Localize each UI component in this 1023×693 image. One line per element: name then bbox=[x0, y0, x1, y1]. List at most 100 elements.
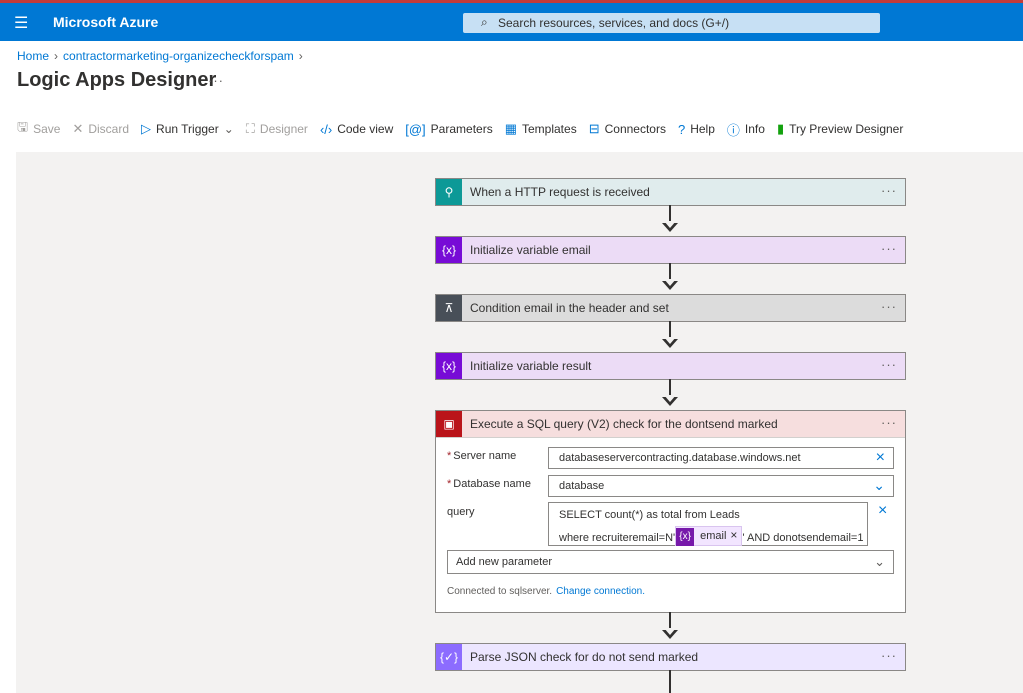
step-header[interactable]: {✓} Parse JSON check for do not send mar… bbox=[436, 644, 905, 670]
token-label: email bbox=[700, 530, 727, 542]
step-card[interactable]: ⊼ Condition email in the header and set … bbox=[435, 294, 906, 322]
query-input[interactable]: SELECT count(*) as total from Leads wher… bbox=[548, 502, 868, 546]
step-more-button[interactable]: ··· bbox=[881, 415, 897, 430]
connected-text: Connected to sqlserver. bbox=[447, 586, 553, 597]
step-more-button[interactable]: ··· bbox=[881, 299, 897, 314]
parameters-icon: [@] bbox=[405, 121, 426, 137]
remove-query-icon[interactable]: × bbox=[878, 502, 887, 520]
connectors-button[interactable]: ⊟ Connectors bbox=[589, 121, 666, 137]
chevron-down-icon: ⌄ bbox=[874, 554, 885, 569]
step-header[interactable]: {x} Initialize variable result ··· bbox=[436, 353, 905, 379]
help-icon: ? bbox=[677, 121, 686, 137]
designer-label: Designer bbox=[259, 122, 308, 136]
flow-arrowhead bbox=[662, 221, 678, 232]
step-card[interactable]: ⚲ When a HTTP request is received ··· bbox=[435, 178, 906, 206]
try-preview-label: Try Preview Designer bbox=[789, 122, 904, 136]
designer-icon: ⛶ bbox=[245, 121, 255, 136]
designer-button[interactable]: ⛶ Designer bbox=[246, 121, 308, 137]
search-icon: ⌕ bbox=[481, 15, 488, 29]
code-icon: ‹/› bbox=[319, 121, 333, 137]
variable-icon: {x} bbox=[436, 237, 462, 263]
database-name-value: database bbox=[559, 480, 605, 492]
step-more-button[interactable]: ··· bbox=[881, 357, 897, 372]
query-prefix: where recruiteremail=N' bbox=[559, 531, 676, 544]
step-header[interactable]: ⚲ When a HTTP request is received ··· bbox=[436, 179, 905, 205]
query-line-2: where recruiteremail=N' {x} email × ' AND do… bbox=[559, 526, 864, 546]
parameters-button[interactable]: [@] Parameters bbox=[405, 122, 492, 137]
step-title: Condition email in the header and set bbox=[470, 301, 669, 315]
step-more-button[interactable]: ··· bbox=[881, 241, 897, 256]
info-icon: ⓘ bbox=[726, 122, 740, 138]
help-label: Help bbox=[690, 122, 715, 136]
token-remove-icon[interactable]: × bbox=[730, 528, 741, 542]
parameters-label: Parameters bbox=[430, 122, 493, 136]
variable-icon: {x} bbox=[676, 528, 695, 546]
try-preview-designer-button[interactable]: ▮ Try Preview Designer bbox=[777, 121, 903, 137]
bookmark-icon: ▮ bbox=[776, 121, 785, 136]
breadcrumb: Home › contractormarketing-organizecheckfo… bbox=[17, 49, 308, 63]
connectors-label: Connectors bbox=[604, 122, 666, 136]
play-icon: ▷ bbox=[141, 121, 152, 136]
brand-title[interactable]: Microsoft Azure bbox=[53, 14, 158, 30]
close-icon: ✕ bbox=[72, 121, 84, 136]
step-card[interactable]: ▣ Execute a SQL query (V2) check for the… bbox=[435, 410, 906, 613]
query-suffix: ' AND donotsendemail=1 bbox=[742, 531, 864, 544]
designer-toolbar: 🖫 Save ✕ Discard ▷ Run Trigger ⌄ ⛶ Designer ‹… bbox=[17, 118, 915, 140]
code-view-button[interactable]: ‹/› Code view bbox=[320, 122, 393, 137]
chevron-right-icon: › bbox=[54, 49, 59, 63]
email-token[interactable]: {x} email × bbox=[675, 526, 743, 546]
code-view-label: Code view bbox=[337, 122, 394, 136]
save-button[interactable]: 🖫 Save bbox=[17, 118, 60, 140]
http-request-icon: ⚲ bbox=[436, 179, 462, 205]
database-name-select[interactable]: database ⌄ bbox=[548, 475, 894, 497]
database-name-label: * Database name bbox=[447, 478, 531, 490]
step-title: When a HTTP request is received bbox=[470, 185, 650, 199]
flow-arrowhead bbox=[662, 628, 678, 639]
templates-icon: ▦ bbox=[504, 121, 517, 136]
flow-arrow bbox=[669, 670, 671, 693]
page-title: Logic Apps Designer bbox=[17, 69, 217, 91]
add-param-label: Add new parameter bbox=[456, 556, 552, 568]
search-input[interactable]: ⌕ Search resources, services, and docs (… bbox=[463, 13, 880, 33]
breadcrumb-resource[interactable]: contractormarketing-organizecheckforspam bbox=[63, 49, 294, 63]
step-card[interactable]: {x} Initialize variable email ··· bbox=[435, 236, 906, 264]
flow-arrowhead bbox=[662, 395, 678, 406]
breadcrumb-home[interactable]: Home bbox=[17, 49, 49, 63]
menu-icon[interactable]: ☰ bbox=[14, 13, 28, 33]
step-more-button[interactable]: ··· bbox=[881, 648, 897, 663]
query-label: query bbox=[447, 506, 475, 518]
step-card[interactable]: {x} Initialize variable result ··· bbox=[435, 352, 906, 380]
save-icon: 🖫 bbox=[17, 119, 29, 134]
run-trigger-label: Run Trigger bbox=[156, 122, 219, 136]
step-header[interactable]: {x} Initialize variable email ··· bbox=[436, 237, 905, 263]
server-name-field[interactable]: databaseservercontracting.database.windo… bbox=[548, 447, 894, 469]
flow-arrowhead bbox=[662, 279, 678, 290]
server-name-label: * Server name bbox=[447, 450, 517, 462]
azure-top-bar: ☰ Microsoft Azure ⌕ Search resources, se… bbox=[0, 3, 1023, 41]
step-header[interactable]: ⊼ Condition email in the header and set … bbox=[436, 295, 905, 321]
designer-canvas: ⚲ When a HTTP request is received ··· {x… bbox=[16, 152, 1023, 693]
query-line-1: SELECT count(*) as total from Leads bbox=[559, 509, 740, 521]
templates-button[interactable]: ▦ Templates bbox=[505, 121, 577, 137]
step-card[interactable]: {✓} Parse JSON check for do not send mar… bbox=[435, 643, 906, 671]
step-more-button[interactable]: ··· bbox=[881, 183, 897, 198]
add-new-parameter-select[interactable]: Add new parameter ⌄ bbox=[447, 550, 894, 574]
chevron-down-icon: ⌄ bbox=[223, 122, 234, 136]
discard-button[interactable]: ✕ Discard bbox=[72, 121, 129, 137]
search-placeholder: Search resources, services, and docs (G+… bbox=[498, 16, 730, 30]
save-label: Save bbox=[33, 122, 61, 136]
parse-json-icon: {✓} bbox=[436, 644, 462, 670]
step-title: Execute a SQL query (V2) check for the d… bbox=[470, 417, 778, 431]
more-options-button[interactable]: ··· bbox=[208, 73, 224, 88]
info-label: Info bbox=[744, 122, 765, 136]
info-button[interactable]: ⓘ Info bbox=[727, 120, 765, 139]
clear-icon[interactable]: × bbox=[876, 449, 885, 467]
step-title: Parse JSON check for do not send marked bbox=[470, 650, 699, 664]
help-button[interactable]: ? Help bbox=[678, 122, 715, 137]
run-trigger-button[interactable]: ▷ Run Trigger ⌄ bbox=[141, 121, 234, 137]
change-connection-link[interactable]: Change connection. bbox=[556, 586, 645, 597]
flow-arrowhead bbox=[662, 337, 678, 348]
connection-info: Connected to sqlserver. Change connection… bbox=[447, 586, 645, 597]
step-header[interactable]: ▣ Execute a SQL query (V2) check for the… bbox=[436, 411, 905, 437]
sql-icon: ▣ bbox=[436, 411, 462, 437]
